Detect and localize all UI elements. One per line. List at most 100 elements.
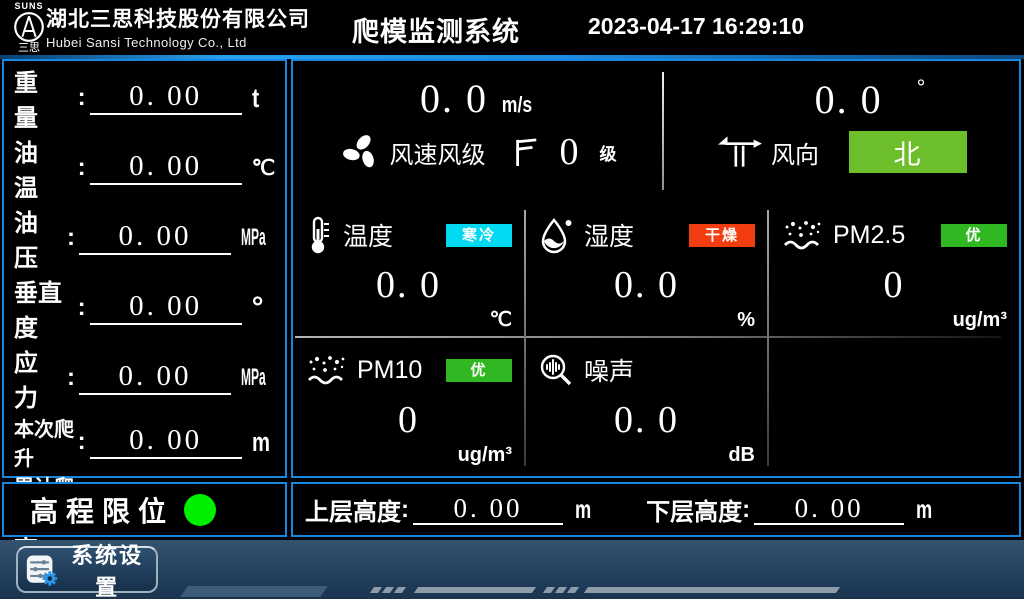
cell-label: PM10 xyxy=(357,356,422,385)
pm10-cell: PM10 优 0 ug/m³ xyxy=(293,338,524,471)
value-underline: 0. 00 xyxy=(754,494,904,525)
measurement-row-oil-pressure: 油 压: 0. 00 MPa xyxy=(14,203,279,273)
upper-height-value: 0. 00 xyxy=(454,493,523,523)
measurement-label: 应 力 xyxy=(14,343,67,413)
measurement-label: 垂直度 xyxy=(14,273,78,343)
wind-level-unit: 级 xyxy=(600,140,617,165)
cell-value: 0 xyxy=(293,398,524,442)
cell-label: 温度 xyxy=(343,217,393,253)
value-underline: 0. 00 xyxy=(413,494,563,525)
lower-height-value: 0. 00 xyxy=(795,493,864,523)
measurement-label: 本次爬升 xyxy=(14,413,78,471)
colon: : xyxy=(67,364,75,392)
wind-direction-label: 风向 xyxy=(771,135,819,170)
cell-value: 0. 0 xyxy=(526,263,767,307)
measurement-value: 0. 00 xyxy=(129,150,202,182)
droplet-icon xyxy=(538,216,574,254)
value-underline: 0. 00 xyxy=(90,425,242,458)
climbing-formwork-monitor-screen: SUNS 三思 湖北三思科技股份有限公司 Hubei Sansi Technol… xyxy=(0,0,1024,599)
settings-sliders-icon xyxy=(26,551,58,589)
wind-vane-icon xyxy=(717,134,763,170)
cell-value: 0. 0 xyxy=(293,263,524,307)
datetime-display: 2023-04-17 16:29:10 xyxy=(588,13,804,40)
upper-height-label: 上层高度 xyxy=(305,492,401,527)
company-name-cn: 湖北三思科技股份有限公司 xyxy=(46,3,310,33)
taskbar-decoration-band xyxy=(180,586,328,597)
wind-direction-button[interactable]: 北 xyxy=(849,131,967,173)
humidity-status-badge: 干燥 xyxy=(689,224,755,247)
taskbar-decoration-stripe xyxy=(555,587,567,593)
measurement-row-verticality: 垂直度: 0. 00 ° xyxy=(14,273,279,343)
pm25-status-badge: 优 xyxy=(941,224,1007,247)
measurement-unit: ℃ xyxy=(252,156,279,181)
noise-magnifier-icon xyxy=(538,352,574,388)
wind-section-divider xyxy=(662,72,664,190)
wind-speed-value: 0. 0 xyxy=(420,76,488,121)
cell-header: PM10 优 xyxy=(305,350,516,390)
elevation-limit-panel: 高程限位 xyxy=(2,482,287,537)
colon: : xyxy=(78,154,86,182)
wind-flag-icon xyxy=(512,136,540,168)
cell-header: PM2.5 优 xyxy=(781,215,1011,255)
lower-height-label: 下层高度 xyxy=(646,492,742,527)
measurements-panel: 重 量: 0. 00 t 油 温: 0. 00 ℃ 油 压: 0. 00 MPa… xyxy=(2,59,287,478)
cell-label: 噪声 xyxy=(584,352,634,388)
cell-unit: ug/m³ xyxy=(458,444,512,467)
measurement-row-oil-temp: 油 温: 0. 00 ℃ xyxy=(14,133,279,203)
wind-direction-row: 风向 北 xyxy=(665,131,1019,173)
noise-cell: 噪声 0. 0 dB xyxy=(526,338,767,471)
cell-unit: ug/m³ xyxy=(953,309,1007,332)
thermometer-icon xyxy=(305,215,333,255)
cell-unit: % xyxy=(737,309,755,332)
colon: : xyxy=(742,496,750,524)
gear-icon xyxy=(43,571,57,585)
page-title: 爬模监测系统 xyxy=(352,10,520,49)
taskbar-decoration-stripe xyxy=(382,587,394,593)
system-settings-button[interactable]: 系统设置 xyxy=(16,546,158,593)
settings-button-label: 系统设置 xyxy=(66,538,148,599)
measurement-label: 油 压 xyxy=(14,203,67,273)
measurement-value: 0. 00 xyxy=(129,80,202,112)
humidity-cell: 湿度 干燥 0. 0 % xyxy=(526,203,767,336)
measurement-unit: m xyxy=(252,427,273,458)
environment-panel: 0. 0m/s 风速风级 0 级 xyxy=(291,59,1021,478)
taskbar-decoration-stripe xyxy=(543,587,555,593)
cell-label: PM2.5 xyxy=(833,221,905,250)
elevation-limit-label: 高程限位 xyxy=(30,490,174,530)
wind-direction-section: 0. 0 ° 风向 北 xyxy=(665,61,1019,203)
limit-status-indicator xyxy=(184,494,216,526)
colon: : xyxy=(78,294,86,322)
taskbar-decoration-bar xyxy=(414,587,536,593)
cell-header: 温度 寒冷 xyxy=(305,215,516,255)
measurement-unit: MPa xyxy=(241,364,260,392)
colon: : xyxy=(67,224,75,252)
fan-icon xyxy=(340,131,382,173)
measurement-unit: MPa xyxy=(241,224,260,252)
colon: : xyxy=(78,84,86,112)
taskbar-decoration-stripe xyxy=(567,587,579,593)
wind-level-value: 0 xyxy=(560,130,580,174)
measurement-row-weight: 重 量: 0. 00 t xyxy=(14,63,279,133)
taskbar-decoration-stripe xyxy=(370,587,382,593)
measurement-unit: t xyxy=(252,83,274,114)
measurement-value: 0. 00 xyxy=(129,424,202,456)
company-name-block: 湖北三思科技股份有限公司 Hubei Sansi Technology Co.,… xyxy=(46,3,310,50)
wind-speed-line: 0. 0 m/s xyxy=(293,75,663,122)
cell-value: 0. 0 xyxy=(526,398,767,442)
colon: : xyxy=(78,428,86,456)
particles-icon xyxy=(781,218,823,252)
measurement-label: 重 量 xyxy=(14,63,78,133)
wind-direction-unit: ° xyxy=(917,75,926,100)
value-underline: 0. 00 xyxy=(90,291,242,324)
wind-direction-line: 0. 0 ° xyxy=(665,75,1019,123)
colon: : xyxy=(401,496,409,524)
value-underline: 0. 00 xyxy=(90,151,242,184)
layer-heights-panel: 上层高度: 0. 00 m 下层高度: 0. 00 m xyxy=(291,482,1021,537)
wind-direction-value: 0. 0 xyxy=(815,77,883,122)
upper-height-unit: m xyxy=(575,494,591,525)
taskbar: 系统设置 xyxy=(0,540,1024,599)
wind-speed-unit: m/s xyxy=(502,92,532,118)
cell-header: 湿度 干燥 xyxy=(538,215,759,255)
value-underline: 0. 00 xyxy=(79,221,231,254)
lower-height-unit: m xyxy=(916,494,932,525)
